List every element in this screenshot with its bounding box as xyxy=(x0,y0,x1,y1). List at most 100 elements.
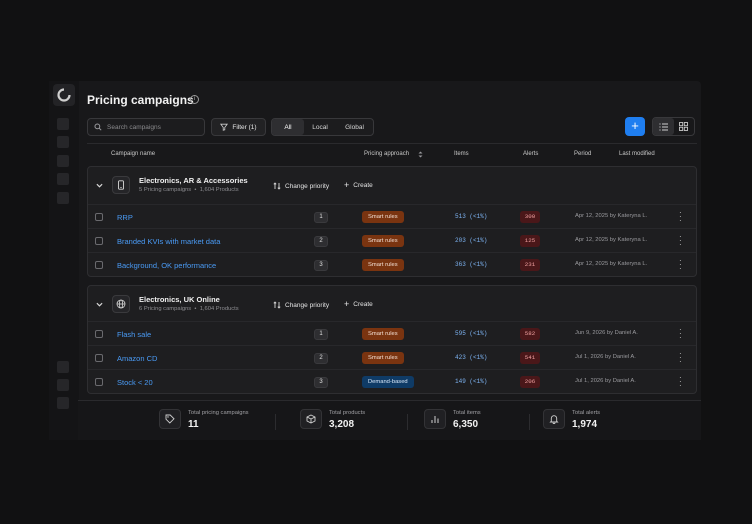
priority-badge: 3 xyxy=(314,377,328,388)
group-products-count: 1,604 Products xyxy=(199,306,239,312)
table-row[interactable]: Background, OK performance 3 Smart rules… xyxy=(88,252,696,276)
add-campaign-button[interactable]: + xyxy=(625,117,645,136)
campaign-name-link[interactable]: RRP xyxy=(117,213,133,222)
group-header: Electronics, UK Online 6 Pricing campaig… xyxy=(88,286,696,324)
app-logo-icon[interactable] xyxy=(53,84,75,106)
tag-icon xyxy=(159,409,181,429)
group-name: Electronics, AR & Accessories xyxy=(139,176,248,185)
more-options-icon[interactable]: · · · xyxy=(679,257,683,273)
nav-rail-item[interactable] xyxy=(57,118,69,130)
sort-arrows-icon xyxy=(273,182,281,190)
campaign-name-link[interactable]: Branded KVIs with market data xyxy=(117,237,220,246)
view-toggle xyxy=(652,117,695,136)
more-options-icon[interactable]: · · · xyxy=(679,233,683,249)
list-view-button[interactable] xyxy=(653,118,674,135)
divider xyxy=(407,414,408,430)
nav-rail-item[interactable] xyxy=(57,361,69,373)
nav-rail-item[interactable] xyxy=(57,173,69,185)
items-value: 513 (<1%) xyxy=(455,213,488,220)
more-options-icon[interactable]: · · · xyxy=(679,326,683,342)
table-row[interactable]: Flash sale 1 Smart rules 595 (<1%) 582 J… xyxy=(88,321,696,345)
globe-icon xyxy=(112,295,130,313)
items-value: 595 (<1%) xyxy=(455,330,488,337)
group-campaigns-count: 5 Pricing campaigns xyxy=(139,187,192,193)
alerts-badge: 206 xyxy=(520,376,540,388)
row-checkbox[interactable] xyxy=(95,213,103,221)
row-checkbox[interactable] xyxy=(95,378,103,386)
row-checkbox[interactable] xyxy=(95,261,103,269)
column-last-modified: Last modified xyxy=(619,151,655,157)
nav-rail-item[interactable] xyxy=(57,192,69,204)
last-modified: Jun 9, 2026 by Daniel A. xyxy=(575,330,638,336)
stat-label: Total products xyxy=(329,410,366,416)
campaign-name-link[interactable]: Background, OK performance xyxy=(117,261,216,270)
tab-local[interactable]: Local xyxy=(304,119,336,135)
table-row[interactable]: RRP 1 Smart rules 513 (<1%) 300 Apr 12, … xyxy=(88,204,696,228)
create-button[interactable]: + Create xyxy=(344,300,373,309)
create-label: Create xyxy=(353,182,373,189)
nav-rail-item[interactable] xyxy=(57,155,69,167)
stat-label: Total pricing campaigns xyxy=(188,410,249,416)
group-campaigns-count: 6 Pricing campaigns xyxy=(139,306,192,312)
change-priority-button[interactable]: Change priority xyxy=(273,301,329,309)
last-modified: Apr 12, 2025 by Kateryna L. xyxy=(575,237,648,243)
nav-rail-item[interactable] xyxy=(57,379,69,391)
filter-button[interactable]: Filter (1) xyxy=(211,118,266,136)
grid-icon xyxy=(679,122,689,131)
chevron-down-icon[interactable] xyxy=(96,182,103,189)
sort-icon[interactable] xyxy=(418,151,423,158)
items-value: 203 (<1%) xyxy=(455,237,488,244)
campaign-name-link[interactable]: Stock < 20 xyxy=(117,378,153,387)
nav-rail-item[interactable] xyxy=(57,397,69,409)
change-priority-button[interactable]: Change priority xyxy=(273,182,329,190)
priority-badge: 1 xyxy=(314,212,328,223)
column-campaign-name[interactable]: Campaign name xyxy=(111,151,155,157)
alerts-badge: 541 xyxy=(520,352,540,364)
change-priority-label: Change priority xyxy=(285,182,330,190)
alerts-badge: 125 xyxy=(520,235,540,247)
page-title: Pricing campaigns xyxy=(87,93,194,107)
grid-view-button[interactable] xyxy=(674,118,695,135)
approach-badge: Smart rules xyxy=(362,352,404,364)
stat-value: 3,208 xyxy=(329,419,355,430)
chevron-down-icon[interactable] xyxy=(96,301,103,308)
stat-value: 11 xyxy=(188,419,199,430)
campaign-group: Electronics, AR & Accessories 5 Pricing … xyxy=(87,166,697,277)
stat-label: Total items xyxy=(453,410,481,416)
row-checkbox[interactable] xyxy=(95,237,103,245)
more-options-icon[interactable]: · · · xyxy=(679,209,683,225)
create-label: Create xyxy=(353,301,373,308)
search-box[interactable] xyxy=(87,118,205,136)
campaign-name-link[interactable]: Amazon CD xyxy=(117,354,157,363)
table-row[interactable]: Branded KVIs with market data 2 Smart ru… xyxy=(88,228,696,252)
row-checkbox[interactable] xyxy=(95,330,103,338)
alerts-badge: 300 xyxy=(520,211,540,223)
approach-badge: Smart rules xyxy=(362,211,404,223)
more-options-icon[interactable]: · · · xyxy=(679,374,683,390)
priority-badge: 2 xyxy=(314,236,328,247)
alerts-badge: 582 xyxy=(520,328,540,340)
tab-all[interactable]: All xyxy=(272,119,304,135)
column-alerts: Alerts xyxy=(523,151,539,157)
approach-badge: Smart rules xyxy=(362,259,404,271)
nav-rail-item[interactable] xyxy=(57,136,69,148)
last-modified: Jul 1, 2026 by Daniel A. xyxy=(575,354,636,360)
more-options-icon[interactable]: · · · xyxy=(679,350,683,366)
row-checkbox[interactable] xyxy=(95,354,103,362)
column-pricing-approach[interactable]: Pricing approach xyxy=(364,151,409,157)
bar-chart-icon xyxy=(424,409,446,429)
create-button[interactable]: + Create xyxy=(344,181,373,190)
list-icon xyxy=(659,123,668,130)
campaign-name-link[interactable]: Flash sale xyxy=(117,330,151,339)
filter-icon xyxy=(220,123,229,131)
table-row[interactable]: Amazon CD 2 Smart rules 423 (<1%) 541 Ju… xyxy=(88,345,696,369)
tab-global[interactable]: Global xyxy=(336,119,373,135)
campaign-group: Electronics, UK Online 6 Pricing campaig… xyxy=(87,285,697,394)
approach-badge: Demand-based xyxy=(362,376,414,388)
table-row[interactable]: Stock < 20 3 Demand-based 149 (<1%) 206 … xyxy=(88,369,696,393)
search-input[interactable] xyxy=(107,123,197,131)
alerts-badge: 231 xyxy=(520,259,540,271)
info-icon[interactable]: i xyxy=(190,95,199,104)
filter-label: Filter (1) xyxy=(232,123,257,131)
sort-arrows-icon xyxy=(273,301,281,309)
